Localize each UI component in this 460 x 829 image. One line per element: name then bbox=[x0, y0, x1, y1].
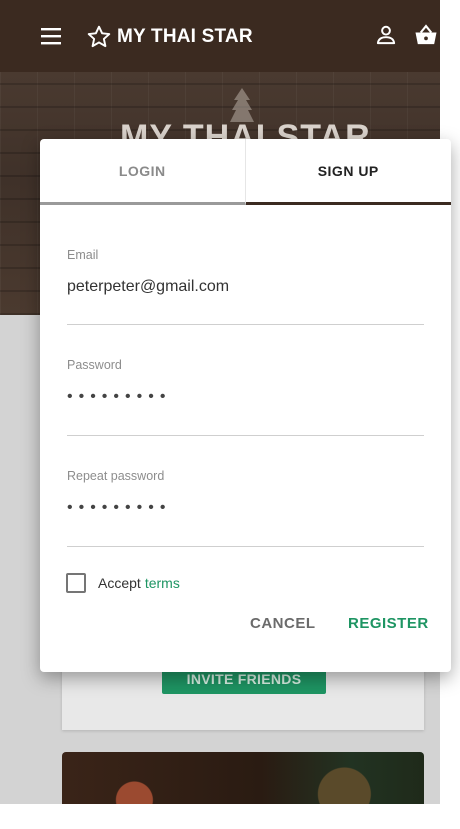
star-outline-icon[interactable] bbox=[86, 24, 112, 50]
register-button[interactable]: REGISTER bbox=[348, 615, 429, 632]
password-field[interactable]: Password ••••••••• bbox=[67, 358, 424, 436]
password-value[interactable]: ••••••••• bbox=[67, 388, 424, 406]
cancel-button[interactable]: CANCEL bbox=[250, 615, 316, 632]
accept-text: Accept bbox=[98, 575, 141, 591]
email-value[interactable]: peterpeter@gmail.com bbox=[67, 278, 424, 296]
brand-title[interactable]: MY THAI STAR bbox=[117, 26, 253, 48]
tab-sign-up[interactable]: SIGN UP bbox=[245, 139, 451, 205]
repeat-password-value[interactable]: ••••••••• bbox=[67, 499, 424, 517]
shopping-basket-icon[interactable] bbox=[412, 22, 440, 50]
top-toolbar: MY THAI STAR bbox=[0, 0, 440, 72]
password-underline bbox=[67, 435, 424, 436]
password-label: Password bbox=[67, 358, 122, 372]
menu-icon[interactable] bbox=[39, 25, 65, 47]
email-underline bbox=[67, 324, 424, 325]
invite-friends-button[interactable]: INVITE FRIENDS bbox=[162, 670, 326, 694]
user-icon[interactable] bbox=[373, 22, 399, 48]
email-field[interactable]: Email peterpeter@gmail.com bbox=[67, 248, 424, 325]
food-image-card bbox=[62, 752, 424, 804]
signup-dialog: LOGIN SIGN UP Email peterpeter@gmail.com… bbox=[40, 139, 451, 672]
auth-tabs: LOGIN SIGN UP bbox=[40, 139, 451, 205]
accept-terms-row: Accept terms bbox=[66, 573, 180, 593]
repeat-password-field[interactable]: Repeat password ••••••••• bbox=[67, 469, 424, 547]
repeat-password-label: Repeat password bbox=[67, 469, 165, 483]
tab-login[interactable]: LOGIN bbox=[40, 139, 246, 205]
terms-link[interactable]: terms bbox=[145, 575, 180, 591]
email-label: Email bbox=[67, 248, 99, 262]
accept-terms-checkbox[interactable] bbox=[66, 573, 86, 593]
repeat-password-underline bbox=[67, 546, 424, 547]
